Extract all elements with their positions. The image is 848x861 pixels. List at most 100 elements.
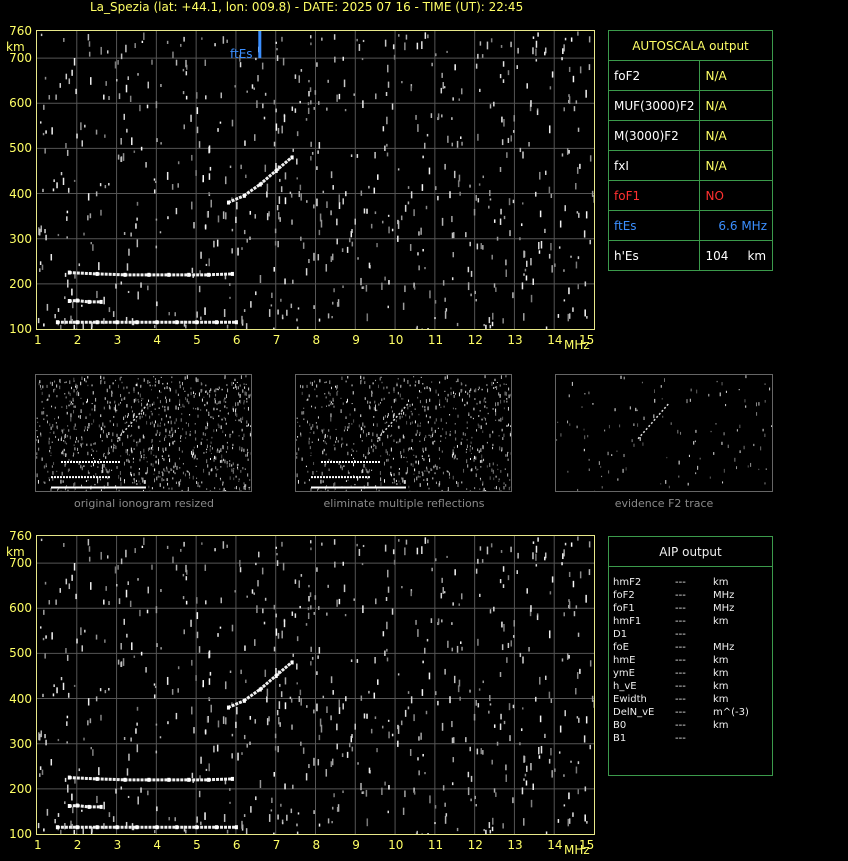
noise-speck bbox=[44, 148, 46, 154]
noise-speck bbox=[489, 190, 491, 197]
y-tick-label: 200 bbox=[9, 781, 32, 796]
thumb-speck bbox=[111, 469, 113, 471]
thumb-speck bbox=[398, 472, 400, 476]
thumb-speck bbox=[424, 408, 426, 412]
noise-speck bbox=[474, 795, 476, 800]
noise-speck bbox=[499, 723, 502, 730]
thumb-speck bbox=[117, 384, 119, 389]
noise-speck bbox=[92, 749, 94, 756]
noise-speck bbox=[147, 81, 150, 89]
noise-speck bbox=[513, 620, 516, 627]
noise-speck bbox=[398, 539, 400, 542]
thumb-speck bbox=[83, 429, 85, 432]
noise-speck bbox=[391, 733, 394, 737]
noise-speck bbox=[420, 732, 422, 740]
noise-speck bbox=[262, 608, 264, 614]
noise-speck bbox=[204, 729, 207, 735]
noise-speck bbox=[55, 599, 57, 605]
thumb-speck bbox=[689, 398, 691, 402]
thumb-speck bbox=[427, 421, 429, 424]
thumb-speck bbox=[445, 431, 447, 435]
thumb-speck bbox=[121, 381, 123, 384]
noise-speck bbox=[535, 553, 537, 561]
thumb-speck bbox=[381, 381, 383, 384]
thumb-speck bbox=[131, 434, 133, 437]
thumb-speck bbox=[81, 436, 83, 438]
noise-speck bbox=[276, 560, 279, 566]
noise-speck bbox=[435, 691, 437, 696]
noise-speck bbox=[416, 325, 419, 329]
thumb-speck bbox=[446, 470, 448, 472]
thumb-speck bbox=[426, 468, 428, 472]
noise-speck bbox=[400, 720, 403, 726]
thumb-speck bbox=[439, 467, 441, 469]
noise-speck bbox=[493, 219, 496, 223]
noise-speck bbox=[388, 785, 390, 790]
noise-speck bbox=[308, 584, 310, 588]
thumb-speck bbox=[304, 481, 306, 484]
aip-row: ymE --- km bbox=[613, 668, 768, 680]
noise-speck bbox=[427, 833, 429, 834]
noise-speck bbox=[357, 762, 359, 765]
thumb-speck bbox=[486, 465, 488, 468]
noise-speck bbox=[80, 627, 82, 636]
noise-speck bbox=[123, 737, 126, 741]
thumb-speck bbox=[237, 402, 239, 406]
thumb-speck bbox=[210, 441, 212, 444]
noise-speck bbox=[387, 305, 389, 309]
thumb-speck bbox=[213, 429, 215, 433]
noise-speck bbox=[175, 59, 178, 66]
noise-speck bbox=[198, 790, 201, 798]
thumb-speck bbox=[115, 379, 117, 382]
thumb-speck bbox=[368, 469, 370, 473]
noise-speck bbox=[512, 704, 515, 709]
noise-speck bbox=[208, 145, 211, 153]
thumb-speck bbox=[688, 454, 690, 458]
thumb-speck bbox=[243, 407, 245, 410]
thumb-speck bbox=[120, 393, 122, 398]
noise-speck bbox=[404, 42, 406, 51]
thumb-speck bbox=[444, 390, 446, 392]
noise-speck bbox=[316, 703, 318, 712]
thumb-speck bbox=[104, 381, 106, 385]
noise-speck bbox=[429, 290, 431, 299]
noise-speck bbox=[544, 556, 546, 561]
noise-speck bbox=[308, 596, 310, 602]
noise-speck bbox=[356, 38, 358, 42]
thumb-trace bbox=[377, 403, 409, 440]
noise-speck bbox=[263, 621, 266, 625]
thumb-speck bbox=[214, 398, 216, 400]
thumb-speck bbox=[86, 398, 88, 403]
noise-speck bbox=[273, 832, 275, 834]
thumb-speck bbox=[334, 482, 336, 486]
thumb-speck bbox=[639, 437, 641, 441]
noise-speck bbox=[351, 241, 354, 247]
y-tick-label: 300 bbox=[9, 736, 32, 751]
noise-speck bbox=[183, 541, 185, 547]
noise-speck bbox=[401, 80, 403, 84]
echo-point bbox=[99, 299, 103, 304]
thumb-speck bbox=[456, 481, 458, 484]
noise-speck bbox=[393, 559, 396, 565]
thumb-speck bbox=[90, 454, 92, 456]
thumb-speck bbox=[234, 487, 236, 489]
aip-value: --- bbox=[675, 694, 686, 705]
thumb-speck bbox=[413, 473, 415, 475]
noise-speck bbox=[250, 806, 252, 813]
thumb-speck bbox=[428, 470, 430, 474]
noise-speck bbox=[273, 266, 276, 272]
thumb-speck bbox=[507, 452, 509, 457]
noise-speck bbox=[143, 537, 145, 545]
noise-speck bbox=[246, 90, 248, 93]
noise-speck bbox=[196, 816, 198, 823]
noise-speck bbox=[333, 34, 336, 40]
thumb-speck bbox=[401, 415, 403, 418]
echo-point bbox=[242, 698, 246, 703]
thumb-speck bbox=[483, 487, 485, 491]
noise-speck bbox=[570, 255, 572, 258]
noise-speck bbox=[451, 647, 454, 652]
thumb-speck bbox=[623, 453, 625, 458]
noise-speck bbox=[525, 275, 528, 281]
noise-speck bbox=[298, 75, 301, 83]
thumb-speck bbox=[493, 477, 495, 481]
